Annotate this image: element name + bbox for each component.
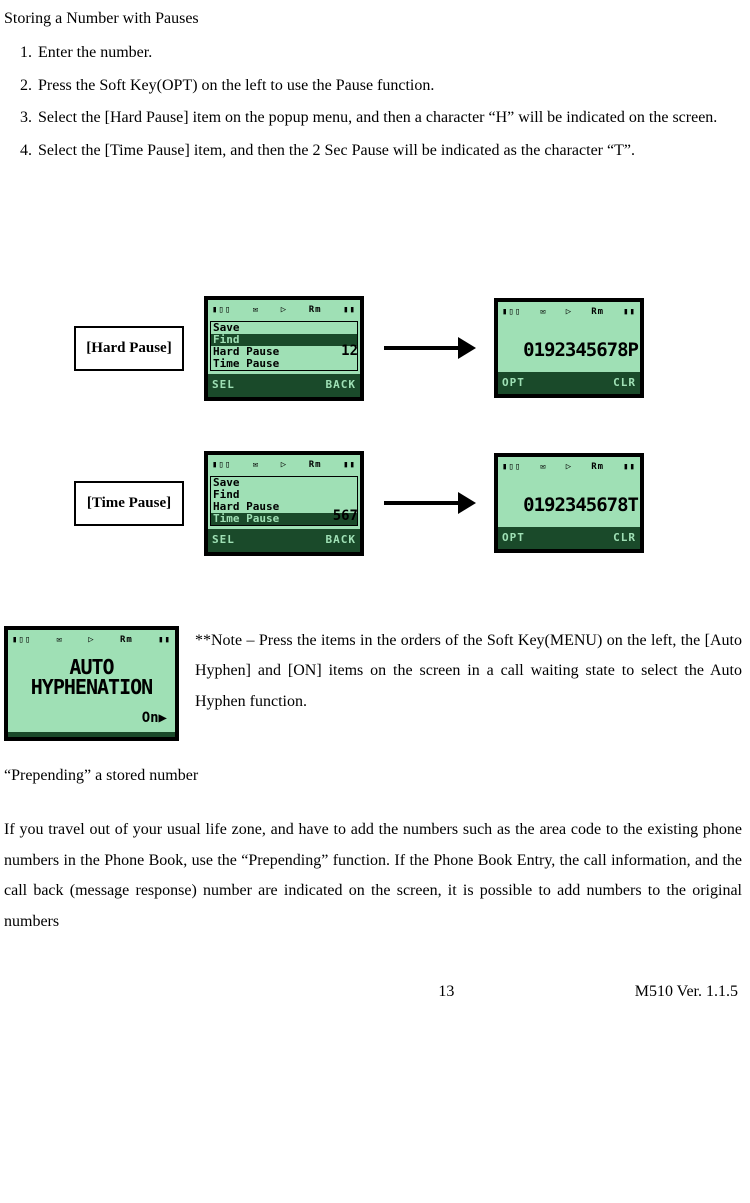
menu-screen-hard: ▮▯▯✉▷Rm▮▮ Save Find Hard Pause Time Paus…: [204, 296, 364, 401]
softkey-right: CLR: [613, 528, 636, 549]
steps-list: Enter the number. Press the Soft Key(OPT…: [4, 38, 742, 166]
step-2: Press the Soft Key(OPT) on the left to u…: [36, 71, 742, 101]
menu-item: Time Pause: [211, 358, 357, 370]
softkey-left: SEL: [212, 375, 235, 396]
footer: 13 M510 Ver. 1.1.5: [4, 977, 742, 1007]
page-number: 13: [8, 977, 635, 1007]
time-pause-row: [Time Pause] ▮▯▯✉▷Rm▮▮ Save Find Hard Pa…: [4, 451, 742, 556]
hard-pause-label: [Hard Pause]: [74, 326, 184, 371]
result-number: 0192345678T: [498, 479, 640, 527]
softkey-left: OK: [12, 733, 27, 741]
side-number: 567: [333, 503, 358, 530]
softkey-left: OPT: [502, 373, 525, 394]
softkey-right: BACK: [326, 530, 357, 551]
menu-screen-time: ▮▯▯✉▷Rm▮▮ Save Find Hard Pause Time Paus…: [204, 451, 364, 556]
softkey-right: BACK: [326, 375, 357, 396]
arrow-icon: [384, 500, 474, 506]
step-1: Enter the number.: [36, 38, 742, 68]
auto-line2: HYPHENATION: [8, 677, 175, 697]
note-text: **Note – Press the items in the orders o…: [195, 626, 742, 717]
section-title: Storing a Number with Pauses: [4, 4, 742, 34]
side-number: 12: [341, 338, 358, 365]
note-block: ▮▯▯✉▷Rm▮▮ AUTO HYPHENATION On▶ OKBACK **…: [4, 626, 742, 741]
softkey-left: OPT: [502, 528, 525, 549]
result-number: 0192345678P: [498, 324, 640, 372]
auto-hyphen-screen: ▮▯▯✉▷Rm▮▮ AUTO HYPHENATION On▶ OKBACK: [4, 626, 179, 741]
hard-pause-row: [Hard Pause] ▮▯▯✉▷Rm▮▮ Save Find Hard Pa…: [4, 296, 742, 401]
softkey-left: SEL: [212, 530, 235, 551]
version: M510 Ver. 1.1.5: [635, 977, 738, 1007]
step-4: Select the [Time Pause] item, and then t…: [36, 136, 742, 166]
diagram-area: [Hard Pause] ▮▯▯✉▷Rm▮▮ Save Find Hard Pa…: [4, 296, 742, 556]
result-screen-time: ▮▯▯✉▷Rm▮▮ 0192345678T OPTCLR: [494, 453, 644, 553]
result-screen-hard: ▮▯▯✉▷Rm▮▮ 0192345678P OPTCLR: [494, 298, 644, 398]
on-indicator: On▶: [8, 697, 175, 732]
time-pause-label: [Time Pause]: [74, 481, 184, 526]
auto-line1: AUTO: [8, 657, 175, 677]
softkey-right: BACK: [141, 733, 172, 741]
arrow-icon: [384, 345, 474, 351]
softkey-right: CLR: [613, 373, 636, 394]
subheading: “Prepending” a stored number: [4, 761, 742, 791]
step-3: Select the [Hard Pause] item on the popu…: [36, 103, 742, 133]
paragraph: If you travel out of your usual life zon…: [4, 815, 742, 937]
